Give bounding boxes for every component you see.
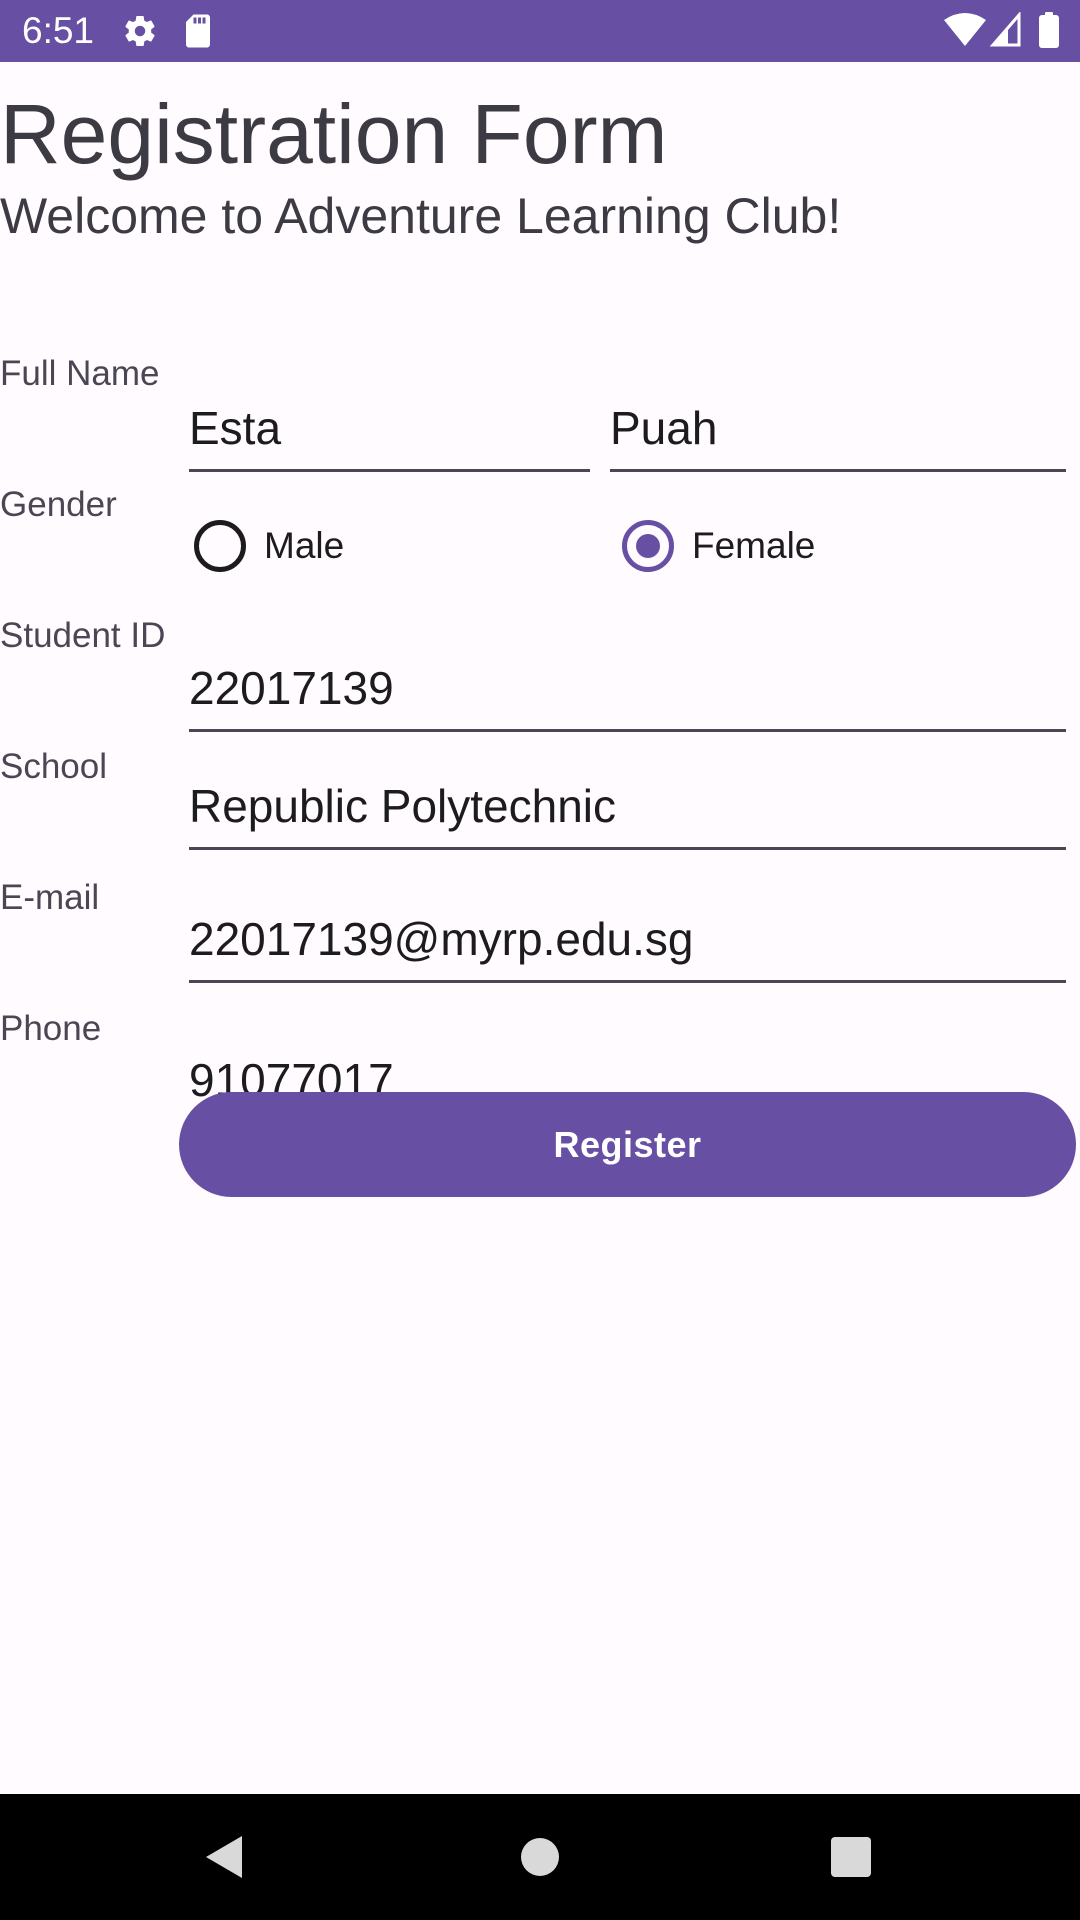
cell-signal-icon (989, 10, 1022, 53)
full-name-label: Full Name (0, 354, 160, 393)
student-id-value: 22017139 (189, 662, 394, 714)
email-field[interactable]: 22017139@myrp.edu.sg (189, 913, 1066, 983)
recents-icon[interactable] (816, 1822, 886, 1892)
gear-icon (122, 13, 158, 54)
gender-female-radio[interactable]: Female (622, 515, 902, 587)
register-button[interactable]: Register (179, 1092, 1076, 1197)
back-icon[interactable] (190, 1822, 260, 1892)
last-name-value: Puah (610, 402, 718, 454)
email-value: 22017139@myrp.edu.sg (189, 913, 694, 965)
school-field[interactable]: Republic Polytechnic (189, 780, 1066, 850)
student-id-field[interactable]: 22017139 (189, 662, 1066, 732)
page-subtitle: Welcome to Adventure Learning Club! (0, 188, 842, 244)
student-id-label: Student ID (0, 616, 166, 655)
radio-checked-icon (622, 520, 674, 572)
email-label: E-mail (0, 878, 100, 917)
radio-unchecked-icon (194, 520, 246, 572)
battery-icon (1038, 12, 1060, 53)
page-title: Registration Form (0, 87, 668, 181)
wifi-icon (944, 12, 986, 53)
first-name-field[interactable]: Esta (189, 402, 590, 472)
first-name-value: Esta (189, 402, 282, 454)
gender-male-radio[interactable]: Male (194, 515, 454, 587)
status-time: 6:51 (22, 10, 95, 51)
gender-male-label: Male (264, 525, 345, 566)
home-icon[interactable] (505, 1822, 575, 1892)
last-name-field[interactable]: Puah (610, 402, 1066, 472)
gender-female-label: Female (692, 525, 816, 566)
phone-label: Phone (0, 1009, 102, 1048)
school-value: Republic Polytechnic (189, 780, 617, 832)
school-label: School (0, 747, 108, 786)
status-bar: 6:51 (0, 0, 1080, 62)
gender-label: Gender (0, 485, 117, 524)
navigation-bar (0, 1794, 1080, 1920)
sd-card-icon (182, 13, 214, 54)
